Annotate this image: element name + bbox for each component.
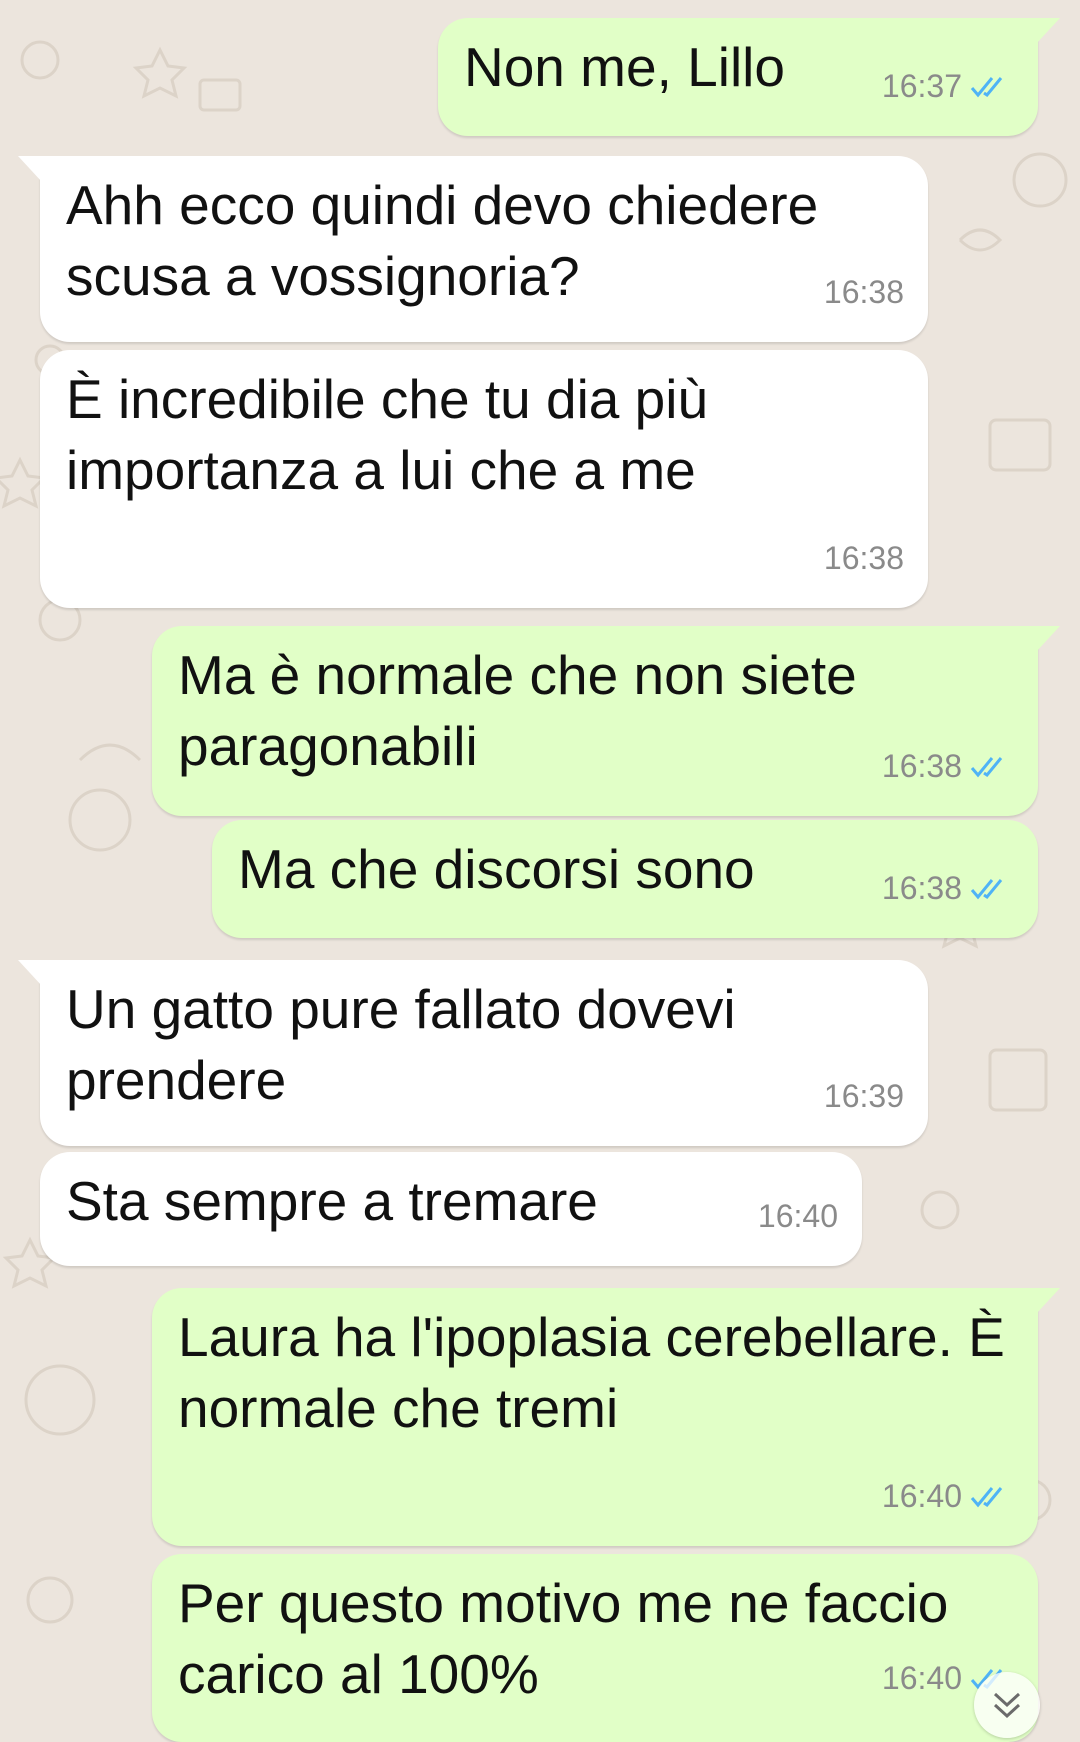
bubble-tail: [1036, 1288, 1060, 1314]
message-meta: 16:39: [824, 1061, 904, 1132]
message-text: Laura ha l'ipoplasia cerebellare. È norm…: [178, 1306, 1021, 1439]
message-time: 16:40: [757, 1198, 838, 1234]
message-time: 16:40: [881, 1660, 962, 1696]
message-text: È incredibile che tu dia più importanza …: [66, 368, 724, 501]
message-time: 16:38: [823, 274, 904, 310]
scroll-to-bottom-button[interactable]: [974, 1672, 1040, 1738]
message-text: Ahh ecco quindi devo chiedere scusa a vo…: [66, 174, 834, 307]
message-text: Sta sempre a tremare: [66, 1170, 598, 1232]
incoming-message[interactable]: Sta sempre a tremare 16:40: [40, 1152, 862, 1266]
message-time: 16:38: [881, 748, 962, 784]
message-meta: 16:38: [882, 731, 1014, 802]
incoming-message[interactable]: Ahh ecco quindi devo chiedere scusa a vo…: [18, 156, 928, 342]
outgoing-message[interactable]: Ma è normale che non siete paragonabili …: [152, 626, 1060, 816]
bubble-tail: [18, 960, 42, 986]
message-meta: 16:38: [824, 257, 904, 328]
message-meta: 16:38: [882, 853, 1014, 924]
chat-thread[interactable]: Non me, Lillo 16:37 Ahh ecco quindi devo…: [0, 0, 1080, 1742]
message-meta: 16:37: [882, 51, 1014, 122]
double-chevron-down-icon: [993, 1692, 1021, 1719]
message-time: 16:38: [881, 870, 962, 906]
message-meta: 16:38: [824, 523, 904, 594]
outgoing-message[interactable]: Per questo motivo me ne faccio carico al…: [152, 1554, 1038, 1742]
message-time: 16:37: [881, 68, 962, 104]
incoming-message[interactable]: È incredibile che tu dia più importanza …: [40, 350, 928, 608]
bubble-tail: [1036, 626, 1060, 652]
message-time: 16:39: [823, 1078, 904, 1114]
outgoing-message[interactable]: Laura ha l'ipoplasia cerebellare. È norm…: [152, 1288, 1060, 1546]
double-check-read-icon: [970, 76, 1003, 97]
outgoing-message[interactable]: Non me, Lillo 16:37: [438, 18, 1060, 136]
double-check-read-icon: [970, 756, 1003, 777]
message-meta: 16:40: [882, 1461, 1014, 1532]
message-time: 16:40: [881, 1478, 962, 1514]
double-check-read-icon: [970, 1486, 1003, 1507]
bubble-tail: [1036, 18, 1060, 44]
message-text: Un gatto pure fallato dovevi prendere: [66, 978, 751, 1111]
incoming-message[interactable]: Un gatto pure fallato dovevi prendere 16…: [18, 960, 928, 1146]
double-check-read-icon: [970, 878, 1003, 899]
outgoing-message[interactable]: Ma che discorsi sono 16:38: [212, 820, 1038, 938]
message-meta: 16:40: [758, 1181, 838, 1252]
bubble-tail: [18, 156, 42, 182]
message-time: 16:38: [823, 540, 904, 576]
